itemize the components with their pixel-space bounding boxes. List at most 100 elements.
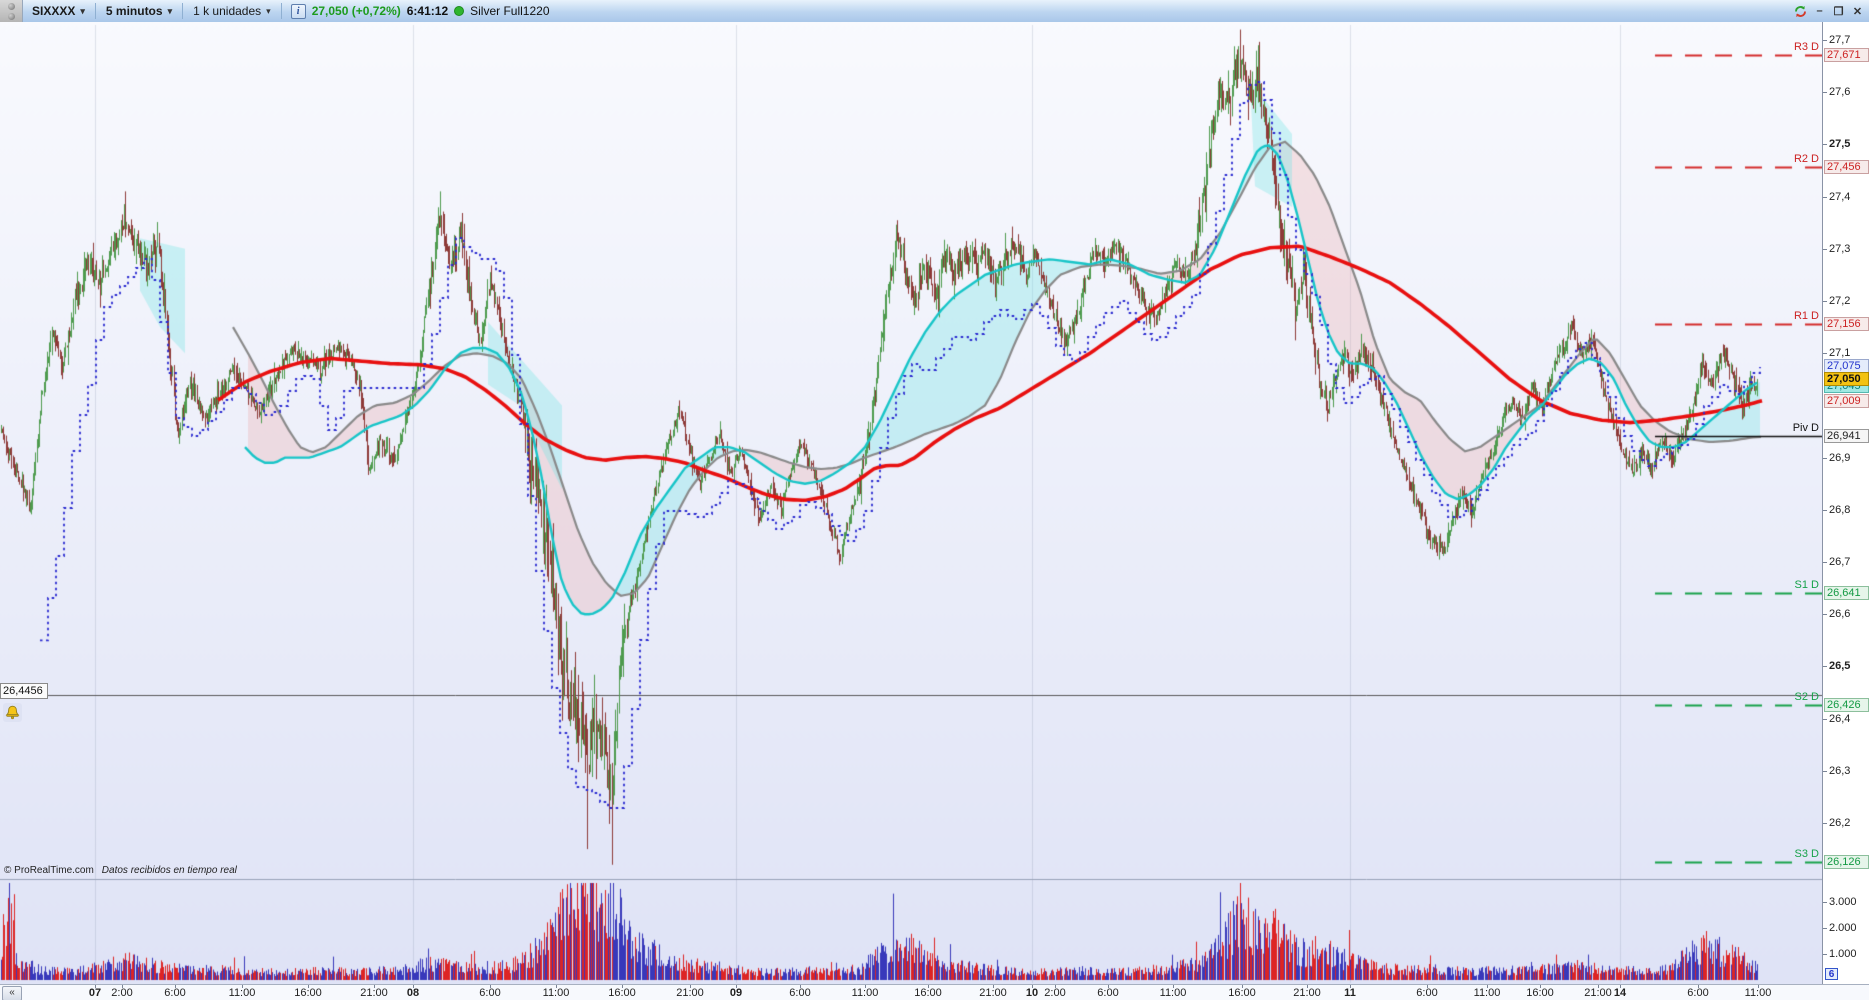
close-button[interactable]: ✕ [1850, 4, 1865, 19]
time-label: 11 [1344, 987, 1356, 999]
refresh-icon[interactable] [1793, 4, 1808, 19]
price-tick-mark [1823, 353, 1827, 355]
price-tick: 27,7 [1829, 34, 1851, 46]
time-label: 11:00 [228, 987, 256, 999]
price-tick: 26,6 [1829, 608, 1851, 621]
time-label: 09 [729, 987, 743, 999]
horizontal-line-price-label[interactable]: 26,4456 [0, 683, 48, 699]
window-controls: – ❐ ✕ [1793, 0, 1865, 22]
time-axis[interactable]: « 07 2:00 6:00 11:00 16:00 21:00 08 6:00 11:00 16… [0, 984, 1869, 1000]
time-tick-mark [736, 985, 737, 988]
price-tick-mark [1823, 666, 1827, 668]
time-label: 2:00 [1044, 987, 1066, 999]
price-chart-canvas[interactable] [0, 22, 1822, 984]
indicator-price-label: 27,009 [1824, 393, 1869, 408]
pivot-label: Piv D [1792, 422, 1819, 435]
time-label: 10 [1025, 987, 1039, 999]
time-label: 21:00 [979, 987, 1007, 999]
time-label: 11:00 [851, 987, 879, 999]
price-tick-mark [1823, 770, 1827, 772]
pivot-price-label: 26,126 [1824, 854, 1869, 869]
time-tick-mark [308, 985, 309, 988]
symbol-selector[interactable]: SIXXXX ▾ [23, 0, 94, 22]
time-tick-mark [1598, 985, 1599, 988]
time-tick-mark [800, 985, 801, 988]
price-tick-mark [1823, 509, 1827, 511]
time-label: 08 [406, 987, 420, 999]
indicator-price-label: 27,075 [1824, 359, 1869, 374]
volume-tick: 2.000 [1829, 922, 1857, 934]
time-label: 6:00 [1097, 987, 1119, 999]
prorealtime-chart-window: SIXXXX ▾ 5 minutos ▾ 1 k unidades ▾ i 27… [0, 0, 1869, 1000]
price-tick: 27,5 [1829, 138, 1851, 151]
timeframe-selector[interactable]: 5 minutos ▾ [97, 0, 181, 22]
volume-tick-mark [1823, 928, 1827, 929]
time-tick-mark [1540, 985, 1541, 988]
live-status-icon [454, 6, 465, 16]
time-tick-mark [95, 985, 96, 988]
price-tick: 26,4 [1829, 712, 1851, 725]
minimize-button[interactable]: – [1812, 4, 1827, 19]
quote-time: 6:41:12 [406, 4, 449, 18]
price-tick-mark [1823, 562, 1827, 563]
copyright-note: © ProRealTime.com Datos recibidos en tiem… [4, 865, 237, 876]
time-tick-mark [1055, 985, 1056, 988]
info-icon[interactable]: i [290, 3, 306, 19]
feed-status-text: Datos recibidos en tiempo real [101, 865, 237, 876]
time-tick-mark [1758, 985, 1759, 988]
window-grip-icon[interactable] [0, 0, 23, 22]
pivot-price-label: 27,671 [1824, 48, 1869, 63]
restore-button[interactable]: ❐ [1831, 4, 1846, 19]
time-tick-mark [1698, 985, 1699, 988]
pivot-price-label: 26,426 [1824, 698, 1869, 713]
chevron-down-icon: ▾ [80, 5, 85, 16]
time-tick-mark [1173, 985, 1174, 988]
price-tick: 27,6 [1829, 86, 1851, 99]
time-label: 11:00 [1473, 987, 1501, 999]
copyright-text: © ProRealTime.com [4, 865, 94, 876]
time-tick-mark [1108, 985, 1109, 988]
time-label: 16:00 [1228, 987, 1256, 999]
price-tick-mark [1823, 457, 1827, 459]
time-label: 21:00 [676, 987, 704, 999]
pivot-price-label: 26,941 [1824, 429, 1869, 444]
toolbar-separator [94, 3, 96, 19]
time-label: 2:00 [111, 987, 133, 999]
pivot-label: R1 D [1793, 309, 1819, 322]
time-label: 11:00 [1159, 987, 1187, 999]
price-tick: 27,4 [1829, 190, 1851, 203]
alarm-bell-icon[interactable] [3, 703, 22, 722]
time-label: 21:00 [1584, 987, 1612, 999]
price-tick: 26,9 [1829, 451, 1851, 464]
time-label: 6:00 [1687, 987, 1709, 999]
quote-info: i 27,050 (+0,72%) 6:41:12 Silver Full122… [283, 3, 558, 19]
time-tick-mark [413, 985, 414, 988]
price-tick: 26,8 [1829, 503, 1851, 516]
time-tick-mark [175, 985, 176, 988]
pivot-price-label: 27,156 [1824, 316, 1869, 331]
price-axis[interactable]: 27,7 27,6 27,5 27,4 27,3 27,2 27,1 26,9 26,8 26,7… [1822, 22, 1869, 984]
toolbar-separator [280, 3, 282, 19]
price-tick-mark [1823, 718, 1827, 720]
time-tick-mark [1032, 985, 1033, 988]
time-label: 6:00 [479, 987, 501, 999]
volume-tick-mark [1823, 954, 1827, 955]
pivot-label: S3 D [1794, 847, 1819, 860]
price-tick: 27,3 [1829, 242, 1851, 255]
pivot-label: S2 D [1794, 691, 1819, 704]
price-tick: 27,1 [1829, 347, 1851, 360]
time-tick-mark [1487, 985, 1488, 988]
price-tick-mark [1823, 301, 1827, 302]
last-price-label: 27,050 [1824, 372, 1869, 387]
scroll-back-button[interactable]: « [2, 986, 22, 1000]
volume-tick: 1.000 [1829, 948, 1857, 960]
chevron-down-icon: ▾ [167, 5, 173, 16]
time-tick-mark [993, 985, 994, 988]
time-tick-mark [622, 985, 623, 988]
units-label: 1 k unidades [193, 4, 262, 18]
units-selector[interactable]: 1 k unidades ▾ [184, 0, 280, 22]
time-tick-mark [928, 985, 929, 988]
time-tick-mark [1620, 985, 1621, 988]
time-label: 16:00 [608, 987, 636, 999]
time-tick-mark [122, 985, 123, 988]
